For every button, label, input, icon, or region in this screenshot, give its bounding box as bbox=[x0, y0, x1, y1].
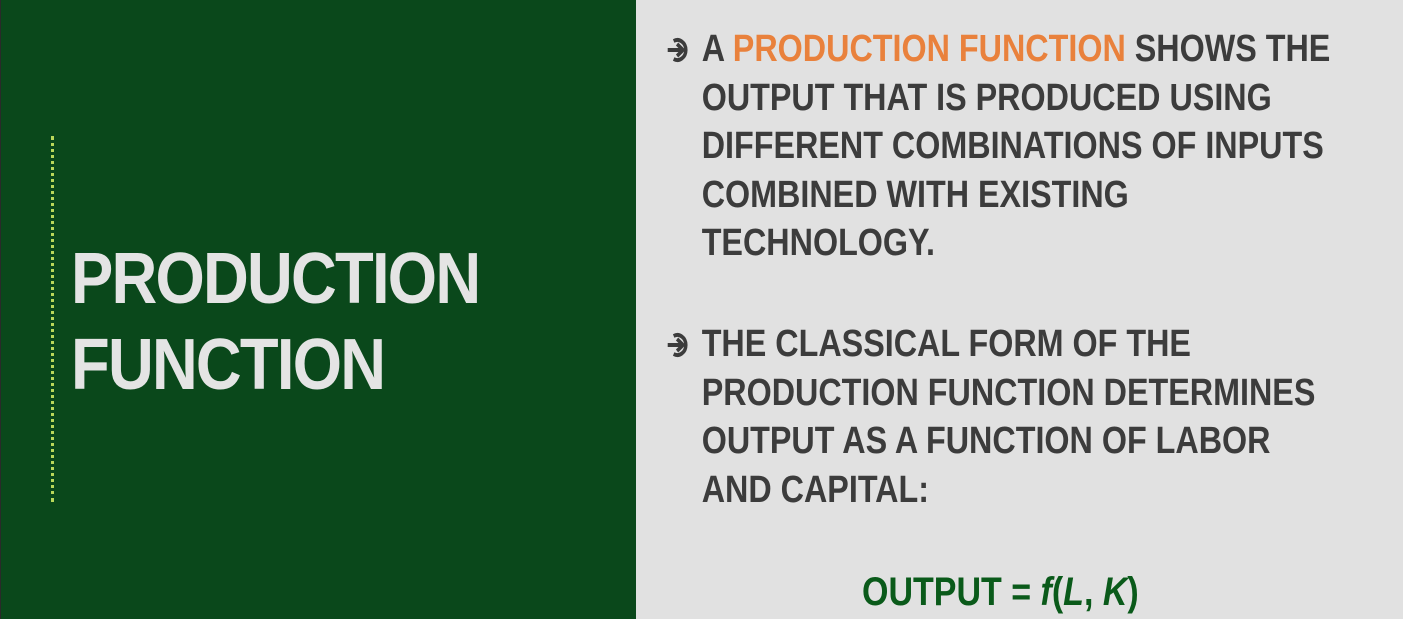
formula-separator: , bbox=[1083, 570, 1103, 614]
formula-function-symbol: f bbox=[1040, 570, 1052, 614]
formula-close-paren: ) bbox=[1127, 570, 1139, 614]
slide-title: PRODUCTION FUNCTION bbox=[71, 236, 481, 408]
bullet-2-line-1: THE CLASSICAL FORM OF THE bbox=[701, 323, 1191, 365]
title-panel: PRODUCTION FUNCTION bbox=[0, 0, 636, 619]
slide: PRODUCTION FUNCTION A PRODUCTION FUNCTIO… bbox=[0, 0, 1403, 619]
bullet-text-2: THE CLASSICAL FORM OF THE PRODUCTION FUN… bbox=[702, 320, 1316, 514]
content-panel: A PRODUCTION FUNCTION SHOWS THE OUTPUT T… bbox=[636, 0, 1403, 619]
dotted-accent-line bbox=[51, 136, 54, 502]
bullet-2-line-4: AND CAPITAL: bbox=[701, 468, 929, 511]
bullet-1-line-2: OUTPUT THAT IS PRODUCED USING bbox=[701, 76, 1272, 119]
bullet-2-line-2: PRODUCTION FUNCTION DETERMINES bbox=[701, 371, 1316, 414]
bullet-1-line-3: DIFFERENT COMBINATIONS OF INPUTS bbox=[701, 125, 1324, 167]
slide-title-line-2: FUNCTION bbox=[71, 325, 386, 405]
highlight-term: PRODUCTION FUNCTION bbox=[732, 28, 1126, 70]
arrow-right-circle-icon bbox=[666, 320, 702, 514]
bullet-text-1: A PRODUCTION FUNCTION SHOWS THE OUTPUT T… bbox=[702, 25, 1331, 268]
bullet-2-line-3: OUTPUT AS A FUNCTION OF LABOR bbox=[701, 420, 1271, 462]
production-formula: OUTPUT = f(L, K) bbox=[862, 566, 1139, 618]
bullet-item-1: A PRODUCTION FUNCTION SHOWS THE OUTPUT T… bbox=[666, 25, 1346, 268]
formula-labor-variable: L bbox=[1063, 570, 1084, 614]
formula-lhs: OUTPUT = bbox=[862, 570, 1041, 614]
bullet-item-2: THE CLASSICAL FORM OF THE PRODUCTION FUN… bbox=[666, 320, 1346, 514]
bullet-1-prefix: A bbox=[701, 28, 733, 70]
arrow-right-circle-icon bbox=[666, 25, 702, 268]
bullet-1-line-5: TECHNOLOGY. bbox=[701, 222, 935, 264]
bullet-1-line-4: COMBINED WITH EXISTING bbox=[701, 173, 1129, 216]
formula-open-paren: ( bbox=[1051, 570, 1064, 614]
formula-capital-variable: K bbox=[1102, 570, 1128, 614]
bullet-1-line-1-rest: SHOWS THE bbox=[1125, 28, 1331, 70]
slide-title-line-1: PRODUCTION bbox=[71, 239, 481, 319]
